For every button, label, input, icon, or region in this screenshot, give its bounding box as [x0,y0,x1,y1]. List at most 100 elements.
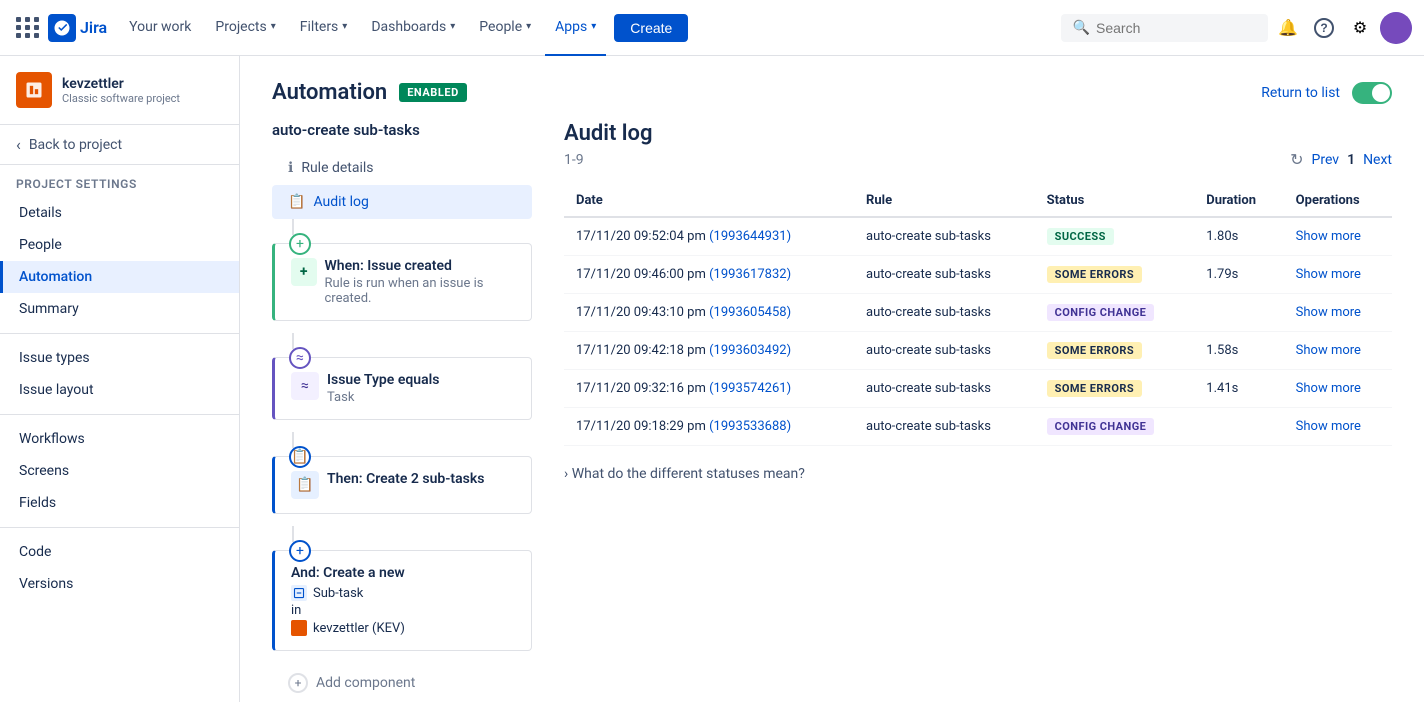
create-button[interactable]: Create [614,14,688,42]
next-page-button[interactable]: Next [1363,152,1392,168]
cell-date-4: 17/11/20 09:32:16 pm (1993574261) [564,370,854,408]
add-component-circle-icon: + [288,673,308,693]
add-action-button[interactable]: 📋 [289,446,311,468]
date-id-1[interactable]: (1993617832) [709,267,791,282]
date-main-1: 17/11/20 09:46:00 pm [576,267,709,282]
automation-toggle[interactable] [1352,82,1392,104]
date-id-4[interactable]: (1993574261) [709,381,791,396]
date-main-4: 17/11/20 09:32:16 pm [576,381,709,396]
rule-menu-details[interactable]: ℹ Rule details [272,151,532,185]
date-id-0[interactable]: (1993644931) [709,229,791,244]
your-work-nav[interactable]: Your work [119,0,201,56]
col-duration: Duration [1194,185,1283,217]
sidebar-item-screens[interactable]: Screens [0,455,239,487]
audit-log-icon: 📋 [288,194,305,210]
search-box[interactable]: 🔍 [1061,14,1268,42]
in-label: in [291,603,515,618]
col-operations: Operations [1284,185,1392,217]
sidebar-item-issue-types[interactable]: Issue types [0,342,239,374]
sidebar-item-details[interactable]: Details [0,197,239,229]
people-nav[interactable]: People ▾ [469,0,541,56]
show-more-button-3[interactable]: Show more [1296,343,1361,358]
project-name-label: kevzettler (KEV) [313,621,405,636]
date-id-2[interactable]: (1993605458) [709,305,791,320]
cell-rule-2: auto-create sub-tasks [854,294,1035,332]
trigger-title: When: Issue created [325,258,516,274]
sidebar-item-issue-layout[interactable]: Issue layout [0,374,239,406]
sidebar-item-automation[interactable]: Automation [0,261,239,293]
date-id-5[interactable]: (1993533688) [709,419,791,434]
rule-menu-audit-log[interactable]: 📋 Audit log [272,185,532,219]
condition-title: Issue Type equals [327,372,439,388]
trigger-desc: Rule is run when an issue is created. [325,276,516,306]
enabled-badge: ENABLED [399,83,467,102]
add-condition-button[interactable]: ≈ [289,347,311,369]
apps-nav[interactable]: Apps ▾ [545,0,606,56]
show-more-button-4[interactable]: Show more [1296,381,1361,396]
cell-status-5: CONFIG CHANGE [1035,408,1195,446]
settings-button[interactable]: ⚙ [1344,12,1376,44]
and-action-content: And: Create a new Sub-task in k [291,565,515,636]
cell-date-2: 17/11/20 09:43:10 pm (1993605458) [564,294,854,332]
two-column-layout: auto-create sub-tasks ℹ Rule details 📋 A… [272,121,1392,702]
project-type: Classic software project [62,92,180,105]
sidebar-divider-2 [0,414,239,415]
filters-nav[interactable]: Filters ▾ [290,0,358,56]
dashboards-chevron-icon: ▾ [450,21,455,32]
cell-rule-4: auto-create sub-tasks [854,370,1035,408]
status-legend[interactable]: › What do the different statuses mean? [564,466,1392,482]
show-more-button-1[interactable]: Show more [1296,267,1361,282]
table-header-row: Date Rule Status Duration Operations [564,185,1392,217]
sidebar-item-fields[interactable]: Fields [0,487,239,519]
rule-block-trigger[interactable]: + + When: Issue created Rule is run when… [272,243,532,321]
grid-menu-button[interactable] [12,12,44,44]
search-input[interactable] [1096,20,1256,36]
rule-block-action[interactable]: 📋 📋 Then: Create 2 sub-tasks [272,456,532,514]
sidebar-divider-1 [0,333,239,334]
status-badge-4: SOME ERRORS [1047,380,1142,397]
sidebar-item-code[interactable]: Code [0,536,239,568]
back-to-project[interactable]: ‹ Back to project [0,125,239,165]
show-more-button-2[interactable]: Show more [1296,305,1361,320]
add-component-button[interactable]: + Add component [272,663,532,702]
show-more-button-0[interactable]: Show more [1296,229,1361,244]
refresh-button[interactable]: ↻ [1290,150,1303,169]
cell-rule-1: auto-create sub-tasks [854,256,1035,294]
sidebar-item-versions[interactable]: Versions [0,568,239,600]
current-page: 1 [1347,152,1355,168]
trigger-icon: + [291,258,317,286]
projects-chevron-icon: ▾ [271,21,276,32]
jira-logo[interactable]: Jira [48,14,107,42]
info-icon: ℹ [288,160,293,176]
return-to-list-link[interactable]: Return to list [1261,85,1340,101]
date-main-5: 17/11/20 09:18:29 pm [576,419,709,434]
rule-block-and-action[interactable]: + And: Create a new Sub-task in [272,550,532,651]
sidebar-item-people[interactable]: People [0,229,239,261]
add-and-button[interactable]: + [289,540,311,562]
people-chevron-icon: ▾ [526,21,531,32]
automation-header: Automation ENABLED Return to list [272,80,1392,105]
rule-block-condition[interactable]: ≈ ≈ Issue Type equals Task [272,357,532,420]
jira-logo-text: Jira [80,18,107,37]
table-row: 17/11/20 09:46:00 pm (1993617832) auto-c… [564,256,1392,294]
cell-operations-1: Show more [1284,256,1392,294]
filters-chevron-icon: ▾ [342,21,347,32]
date-id-3[interactable]: (1993603492) [709,343,791,358]
help-button[interactable]: ? [1308,12,1340,44]
user-avatar[interactable] [1380,12,1412,44]
add-trigger-button[interactable]: + [289,233,311,255]
projects-nav[interactable]: Projects ▾ [205,0,285,56]
cell-operations-0: Show more [1284,217,1392,256]
pagination-range: 1-9 [564,152,584,168]
audit-log-title: Audit log [564,121,1392,146]
sidebar-item-workflows[interactable]: Workflows [0,423,239,455]
dashboards-nav[interactable]: Dashboards ▾ [361,0,465,56]
notifications-button[interactable]: 🔔 [1272,12,1304,44]
action-icon: 📋 [291,471,319,499]
show-more-button-5[interactable]: Show more [1296,419,1361,434]
table-row: 17/11/20 09:42:18 pm (1993603492) auto-c… [564,332,1392,370]
topnav: Jira Your work Projects ▾ Filters ▾ Dash… [0,0,1424,56]
prev-page-button[interactable]: Prev [1312,152,1340,168]
audit-table: Date Rule Status Duration Operations 17/… [564,185,1392,446]
sidebar-item-summary[interactable]: Summary [0,293,239,325]
